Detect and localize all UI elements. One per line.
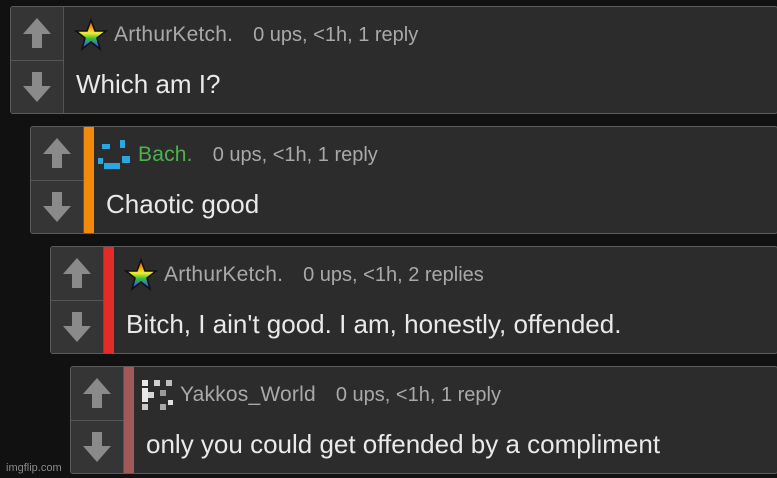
comment-meta: 0 ups, <1h, 2 replies — [303, 263, 484, 286]
comment-4: Yakkos_World 0 ups, <1h, 1 reply only yo… — [70, 366, 777, 474]
upvote-button[interactable] — [71, 367, 123, 421]
comment-3: ArthurKetch. 0 ups, <1h, 2 replies Bitch… — [50, 246, 777, 354]
arrow-up-icon — [43, 138, 71, 169]
thread-stripe — [124, 367, 134, 473]
comment-1: ArthurKetch. 0 ups, <1h, 1 reply Which a… — [10, 6, 777, 114]
pixel-pattern-icon[interactable] — [140, 378, 174, 412]
arrow-down-icon — [83, 431, 111, 462]
downvote-button[interactable] — [11, 60, 63, 113]
arrow-down-icon — [43, 191, 71, 222]
comment-text: Which am I? — [76, 69, 221, 99]
comment-text: Bitch, I ain't good. I am, honestly, off… — [126, 309, 622, 339]
comment-username[interactable]: Bach. — [138, 143, 193, 167]
upvote-button[interactable] — [31, 127, 83, 181]
upvote-button[interactable] — [11, 7, 63, 61]
comment-username[interactable]: ArthurKetch. — [114, 23, 233, 47]
vote-controls — [31, 127, 84, 233]
arrow-down-icon — [63, 311, 91, 342]
rainbow-star-icon[interactable] — [74, 18, 108, 52]
pixel-smiley-icon[interactable] — [98, 138, 132, 172]
arrow-up-icon — [23, 18, 51, 49]
thread-stripe — [104, 247, 114, 353]
comment-meta: 0 ups, <1h, 1 reply — [253, 23, 419, 46]
vote-controls — [11, 7, 64, 113]
downvote-button[interactable] — [71, 420, 123, 473]
comment-text: Chaotic good — [106, 189, 260, 219]
arrow-up-icon — [63, 258, 91, 289]
arrow-up-icon — [83, 378, 111, 409]
comment-meta: 0 ups, <1h, 1 reply — [212, 143, 378, 166]
vote-controls — [51, 247, 104, 353]
upvote-button[interactable] — [51, 247, 103, 301]
comment-text: only you could get offended by a complim… — [146, 429, 661, 459]
arrow-down-icon — [23, 71, 51, 102]
thread-stripe — [84, 127, 94, 233]
comment-meta: 0 ups, <1h, 1 reply — [335, 383, 501, 406]
comment-username[interactable]: Yakkos_World — [180, 383, 316, 407]
comment-2: Bach. 0 ups, <1h, 1 reply Chaotic good — [30, 126, 777, 234]
comment-username[interactable]: ArthurKetch. — [164, 263, 283, 287]
imgflip-watermark: imgflip.com — [6, 462, 62, 474]
downvote-button[interactable] — [31, 180, 83, 233]
rainbow-star-icon[interactable] — [124, 258, 158, 292]
vote-controls — [71, 367, 124, 473]
downvote-button[interactable] — [51, 300, 103, 353]
